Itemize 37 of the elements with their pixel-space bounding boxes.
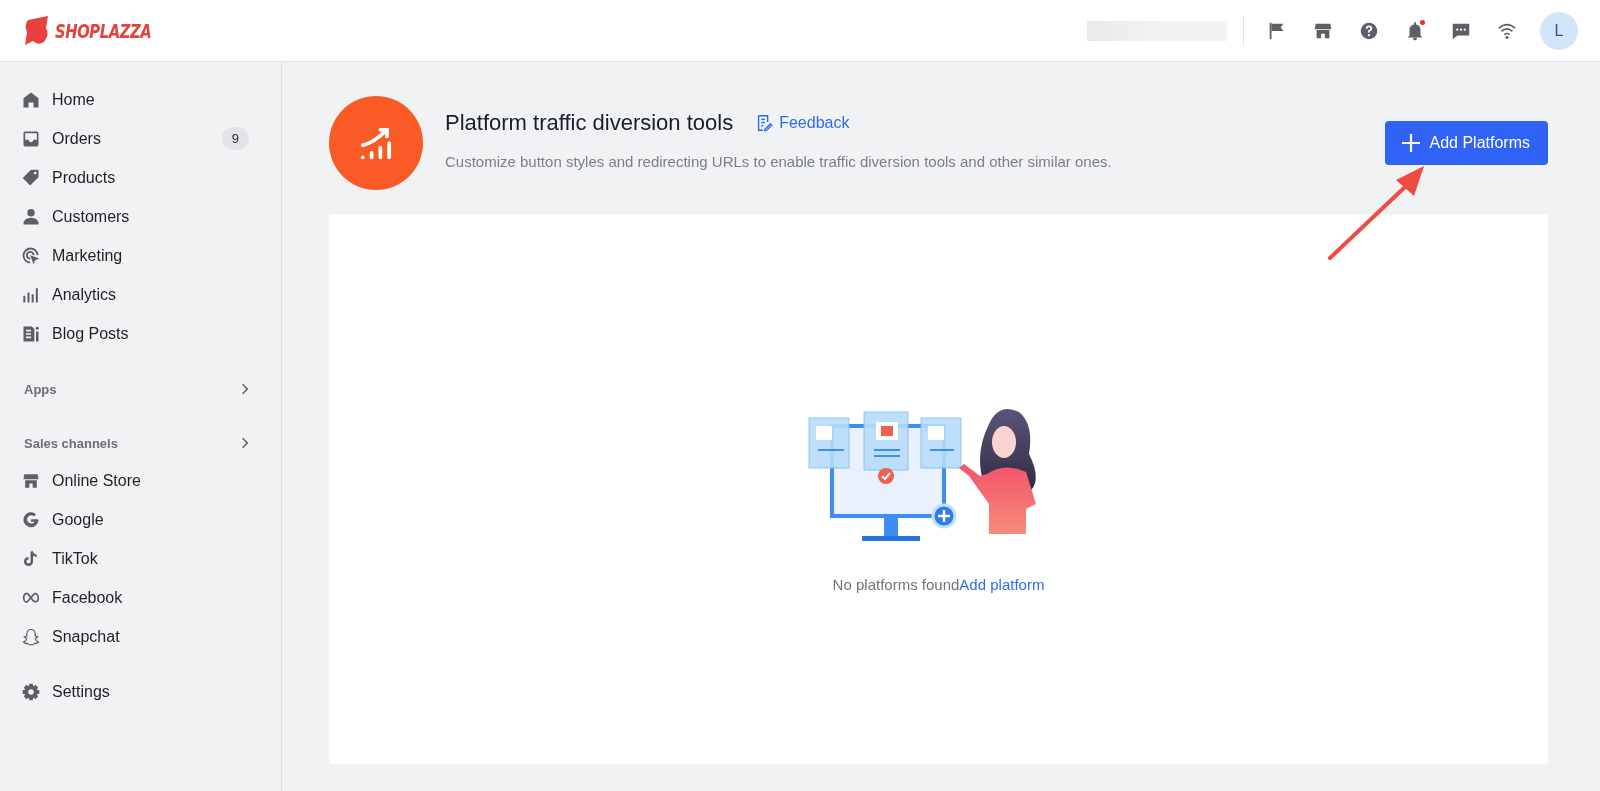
avatar[interactable]: L xyxy=(1540,11,1578,50)
add-platforms-button[interactable]: Add Platforms xyxy=(1384,121,1548,165)
tag-icon xyxy=(21,167,41,188)
nav-item[interactable]: Analytics xyxy=(0,275,281,314)
nav-item[interactable]: Facebook xyxy=(0,578,281,617)
nav-item[interactable]: Marketing xyxy=(0,236,281,275)
page-title: Platform traffic diversion tools xyxy=(445,110,734,136)
google-icon xyxy=(21,509,41,530)
section-header[interactable]: Sales channels xyxy=(0,425,281,461)
section-header[interactable]: Apps xyxy=(0,371,281,407)
nav-item[interactable]: Snapchat xyxy=(0,617,281,656)
plus-icon xyxy=(1400,133,1421,153)
nav-item[interactable]: TikTok xyxy=(0,539,281,578)
settings-icon xyxy=(21,681,41,702)
nav-item[interactable]: Home xyxy=(0,80,281,119)
section-title: Apps xyxy=(24,381,57,397)
nav-item[interactable]: Orders 9 xyxy=(0,119,281,158)
nav-item[interactable]: Google xyxy=(0,500,281,539)
ghost-icon xyxy=(21,626,41,647)
nav-item[interactable]: Online Store xyxy=(0,461,281,500)
feedback-link[interactable]: Feedback xyxy=(755,114,850,132)
empty-message: No platforms found xyxy=(832,576,960,593)
note-edit-icon xyxy=(755,114,774,132)
chevron-right-icon xyxy=(241,383,249,395)
page-description: Customize button styles and redirecting URLs to enable traffic diversion tools and other similar ones. xyxy=(445,153,1113,170)
add-platform-link[interactable]: Add platform xyxy=(959,576,1045,593)
chevron-right-icon xyxy=(241,437,249,449)
nav-item[interactable]: Products xyxy=(0,158,281,197)
nav-item[interactable]: Settings xyxy=(0,672,281,711)
logo-icon xyxy=(24,15,50,46)
logo-text: SHOPLAZZA xyxy=(55,18,152,43)
person-icon xyxy=(21,206,41,227)
nav-item[interactable]: Blog Posts xyxy=(0,314,281,353)
count-badge: 9 xyxy=(221,127,249,150)
nav-item[interactable]: Customers xyxy=(0,197,281,236)
cursor-target-icon xyxy=(21,245,41,266)
section-title: Sales channels xyxy=(24,435,118,451)
